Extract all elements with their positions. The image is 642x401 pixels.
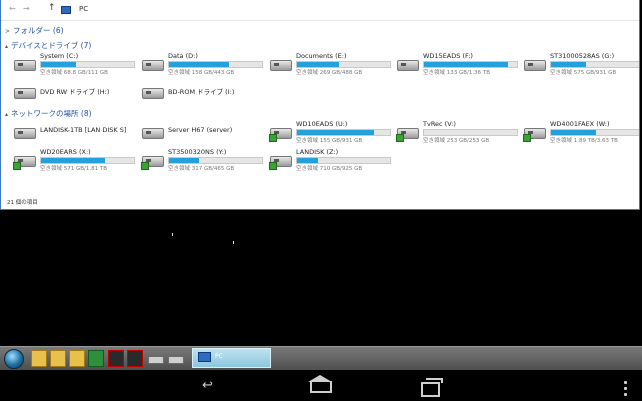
hard-drive-icon bbox=[396, 54, 419, 72]
desktop-speck bbox=[172, 233, 173, 236]
network-drive-icon bbox=[523, 122, 546, 142]
usage-bar bbox=[550, 61, 639, 68]
desktop-speck bbox=[233, 241, 234, 244]
explorer-window: ← → ↑ PC > フォルダー (6) ▴ デバイスとドライブ (7) Syste… bbox=[0, 0, 640, 210]
usage-bar bbox=[40, 157, 135, 164]
folder-pin-icon[interactable] bbox=[69, 350, 85, 367]
overflow-menu-icon[interactable] bbox=[624, 381, 627, 399]
address-bar: ← → ↑ PC bbox=[1, 0, 639, 21]
network-drive-icon bbox=[141, 150, 164, 170]
group-folders[interactable]: > フォルダー (6) bbox=[5, 25, 64, 36]
android-navbar: ↩ bbox=[0, 370, 642, 401]
pc-icon bbox=[198, 352, 211, 362]
tool-pin-icon[interactable] bbox=[127, 350, 143, 367]
hard-drive-icon bbox=[141, 54, 164, 72]
status-bar-count: 21 個の項目 bbox=[7, 200, 38, 206]
chevron-right-icon: > bbox=[5, 28, 11, 35]
explorer-pin-icon[interactable] bbox=[31, 350, 47, 367]
group-devices[interactable]: ▴ デバイスとドライブ (7) bbox=[5, 40, 91, 51]
device-pin-icon[interactable] bbox=[148, 356, 164, 364]
back-nav-icon[interactable]: ↩ bbox=[202, 378, 213, 393]
group-network-label: ネットワークの場所 (8) bbox=[11, 109, 92, 118]
home-nav-icon-body[interactable] bbox=[310, 381, 332, 393]
dvd-drive-icon bbox=[13, 82, 36, 100]
usage-bar bbox=[423, 129, 518, 136]
usage-bar bbox=[296, 129, 391, 136]
usage-bar bbox=[550, 129, 639, 136]
address-path[interactable]: PC bbox=[79, 5, 88, 13]
usage-bar bbox=[296, 157, 391, 164]
back-button[interactable]: ← bbox=[9, 4, 16, 13]
tool-pin-icon[interactable] bbox=[108, 350, 124, 367]
group-folders-label: フォルダー (6) bbox=[13, 26, 64, 35]
taskbar-task-pc[interactable]: PC bbox=[192, 348, 271, 368]
up-button[interactable]: ↑ bbox=[48, 3, 56, 13]
taskbar: PC bbox=[0, 346, 642, 370]
device-pin-icon[interactable] bbox=[168, 356, 184, 364]
nas-icon bbox=[13, 122, 36, 140]
windows-server-icon bbox=[141, 122, 164, 140]
chevron-down-icon: ▴ bbox=[5, 43, 9, 50]
pc-icon bbox=[61, 6, 71, 14]
recent-apps-icon[interactable] bbox=[421, 378, 443, 397]
usage-bar bbox=[296, 61, 391, 68]
app-pin-icon[interactable] bbox=[88, 350, 104, 367]
network-drive-icon bbox=[269, 122, 292, 142]
forward-button[interactable]: → bbox=[23, 4, 30, 13]
network-drive-icon bbox=[13, 150, 36, 170]
usage-bar bbox=[168, 61, 263, 68]
hard-drive-icon bbox=[523, 54, 546, 72]
network-drive-icon bbox=[396, 122, 419, 142]
usage-bar bbox=[40, 61, 135, 68]
bd-drive-icon bbox=[141, 82, 164, 100]
usage-bar bbox=[168, 157, 263, 164]
chevron-down-icon: ▴ bbox=[5, 111, 9, 118]
usage-bar bbox=[423, 61, 518, 68]
windows-drive-icon bbox=[13, 54, 36, 72]
start-orb-icon[interactable] bbox=[4, 349, 24, 369]
hard-drive-icon bbox=[269, 54, 292, 72]
network-drive-icon bbox=[269, 150, 292, 170]
folder-pin-icon[interactable] bbox=[50, 350, 66, 367]
group-network[interactable]: ▴ ネットワークの場所 (8) bbox=[5, 108, 92, 119]
group-devices-label: デバイスとドライブ (7) bbox=[11, 41, 92, 50]
